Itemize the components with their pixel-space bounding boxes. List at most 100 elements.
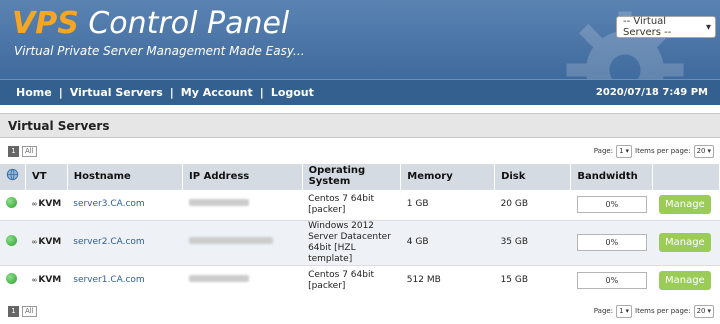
page-select-value: 1 bbox=[619, 147, 624, 155]
memory-column-header: Memory bbox=[400, 164, 496, 189]
page-select[interactable]: 1 ▾ bbox=[616, 144, 633, 158]
per-page-select-value: 20 bbox=[696, 147, 706, 155]
bandwidth-cell: 0% bbox=[570, 188, 653, 220]
action-cell: Manage bbox=[652, 219, 720, 265]
action-cell: Manage bbox=[652, 264, 720, 296]
memory-cell: 4 GB bbox=[400, 219, 495, 265]
ip-address-redacted bbox=[188, 199, 249, 206]
page-1-button[interactable]: 1 bbox=[8, 145, 19, 157]
vt-label: KVM bbox=[38, 275, 62, 286]
status-cell bbox=[0, 188, 26, 220]
hostname-link[interactable]: server2.CA.com bbox=[73, 237, 144, 247]
nav-separator: | bbox=[169, 86, 174, 99]
action-column-header bbox=[652, 164, 720, 189]
nav-virtual-servers[interactable]: Virtual Servers bbox=[70, 86, 163, 99]
kvm-icon: ∞ bbox=[31, 276, 38, 285]
top-pager: 1 All Page: 1 ▾ Items per page: 20 ▾ bbox=[0, 138, 720, 164]
page-all-button[interactable]: All bbox=[22, 145, 37, 157]
status-cell bbox=[0, 264, 26, 296]
vt-cell: ∞ KVM bbox=[25, 219, 68, 265]
brand-accent: VPS bbox=[12, 6, 79, 41]
table-row: ∞ KVM server1.CA.com Centos 7 64bit [pack… bbox=[0, 264, 720, 296]
page-label: Page: bbox=[593, 307, 614, 315]
brand-title: Control Panel bbox=[78, 6, 290, 41]
manage-button[interactable]: Manage bbox=[658, 271, 711, 291]
chevron-down-icon: ▾ bbox=[625, 147, 630, 155]
nav-separator: | bbox=[259, 86, 264, 99]
nav-separator: | bbox=[58, 86, 63, 99]
status-online-icon bbox=[6, 273, 17, 285]
virtual-servers-panel: Virtual Servers 1 All Page: 1 ▾ Items per… bbox=[0, 113, 720, 324]
chevron-down-icon: ▾ bbox=[705, 21, 711, 33]
table-header-row: VT Hostname IP Address Operating System … bbox=[0, 164, 720, 189]
kvm-icon: ∞ bbox=[31, 200, 38, 208]
nav-my-account[interactable]: My Account bbox=[181, 86, 253, 99]
vt-cell: ∞ KVM bbox=[25, 264, 68, 296]
chevron-down-icon: ▾ bbox=[707, 147, 711, 155]
bandwidth-column-header: Bandwidth bbox=[570, 164, 654, 189]
memory-cell: 1 GB bbox=[400, 188, 495, 220]
ip-address-redacted bbox=[188, 275, 249, 283]
hostname-column-header: Hostname bbox=[67, 164, 184, 189]
per-page-select[interactable]: 20 ▾ bbox=[693, 144, 714, 158]
vt-label: KVM bbox=[38, 237, 62, 247]
app-logo: VPS Control Panel bbox=[12, 6, 289, 42]
os-column-header: Operating System bbox=[302, 164, 402, 189]
page-1-button[interactable]: 1 bbox=[8, 305, 19, 317]
os-cell: Centos 7 64bit [packer] bbox=[302, 188, 401, 220]
hostname-cell: server2.CA.com bbox=[67, 219, 183, 265]
status-cell bbox=[0, 219, 26, 265]
ip-cell bbox=[182, 219, 303, 265]
ip-cell bbox=[182, 264, 303, 296]
table-row: ∞ KVM server2.CA.com Windows 2012 Server … bbox=[0, 219, 720, 265]
per-page-label: Items per page: bbox=[635, 147, 691, 155]
manage-button[interactable]: Manage bbox=[658, 195, 711, 214]
os-cell: Centos 7 64bit [packer] bbox=[302, 264, 401, 296]
hostname-link[interactable]: server1.CA.com bbox=[73, 275, 144, 285]
chevron-down-icon: ▾ bbox=[707, 307, 711, 315]
bandwidth-meter: 0% bbox=[576, 272, 647, 290]
page-select[interactable]: 1 ▾ bbox=[616, 304, 633, 318]
bottom-pager: 1 All Page: 1 ▾ Items per page: 20 ▾ bbox=[0, 298, 720, 324]
memory-cell: 512 MB bbox=[400, 264, 495, 296]
panel-title: Virtual Servers bbox=[0, 114, 720, 138]
per-page-select[interactable]: 20 ▾ bbox=[693, 304, 714, 318]
tagline: Virtual Private Server Management Made E… bbox=[14, 44, 305, 58]
virtual-servers-select[interactable]: -- Virtual Servers -- ▾ bbox=[616, 16, 716, 38]
bandwidth-meter: 0% bbox=[576, 234, 647, 251]
status-online-icon bbox=[6, 197, 17, 208]
header: VPS Control Panel Virtual Private Server… bbox=[0, 0, 720, 79]
top-nav: Home | Virtual Servers | My Account | Lo… bbox=[0, 79, 720, 105]
disk-cell: 15 GB bbox=[494, 264, 571, 296]
ip-column-header: IP Address bbox=[182, 164, 303, 189]
page-select-value: 1 bbox=[619, 307, 624, 315]
per-page-select-value: 20 bbox=[696, 307, 706, 315]
os-cell: Windows 2012 Server Datacenter 64bit [HZ… bbox=[302, 219, 401, 265]
status-column-header bbox=[0, 164, 26, 189]
nav-logout[interactable]: Logout bbox=[271, 86, 314, 99]
chevron-down-icon: ▾ bbox=[625, 307, 630, 315]
page-all-button[interactable]: All bbox=[22, 305, 37, 317]
disk-cell: 20 GB bbox=[494, 188, 571, 220]
hostname-cell: server1.CA.com bbox=[67, 264, 183, 296]
bandwidth-cell: 0% bbox=[570, 264, 653, 296]
page-label: Page: bbox=[593, 147, 614, 155]
per-page-label: Items per page: bbox=[635, 307, 691, 315]
bandwidth-cell: 0% bbox=[570, 219, 653, 265]
globe-icon bbox=[6, 169, 19, 181]
ip-cell bbox=[182, 188, 303, 220]
kvm-icon: ∞ bbox=[31, 238, 38, 246]
servers-table: VT Hostname IP Address Operating System … bbox=[0, 164, 720, 296]
vt-label: KVM bbox=[38, 199, 62, 209]
action-cell: Manage bbox=[652, 188, 720, 220]
virtual-servers-select-value: -- Virtual Servers -- bbox=[623, 16, 672, 38]
manage-button[interactable]: Manage bbox=[658, 233, 711, 252]
table-row: ∞ KVM server3.CA.com Centos 7 64bit [pack… bbox=[0, 188, 720, 220]
hostname-link[interactable]: server3.CA.com bbox=[73, 199, 144, 209]
disk-column-header: Disk bbox=[494, 164, 572, 189]
ip-address-redacted bbox=[188, 237, 273, 244]
vt-cell: ∞ KVM bbox=[25, 188, 68, 220]
disk-cell: 35 GB bbox=[494, 219, 571, 265]
hostname-cell: server3.CA.com bbox=[67, 188, 183, 220]
nav-home[interactable]: Home bbox=[16, 86, 52, 99]
